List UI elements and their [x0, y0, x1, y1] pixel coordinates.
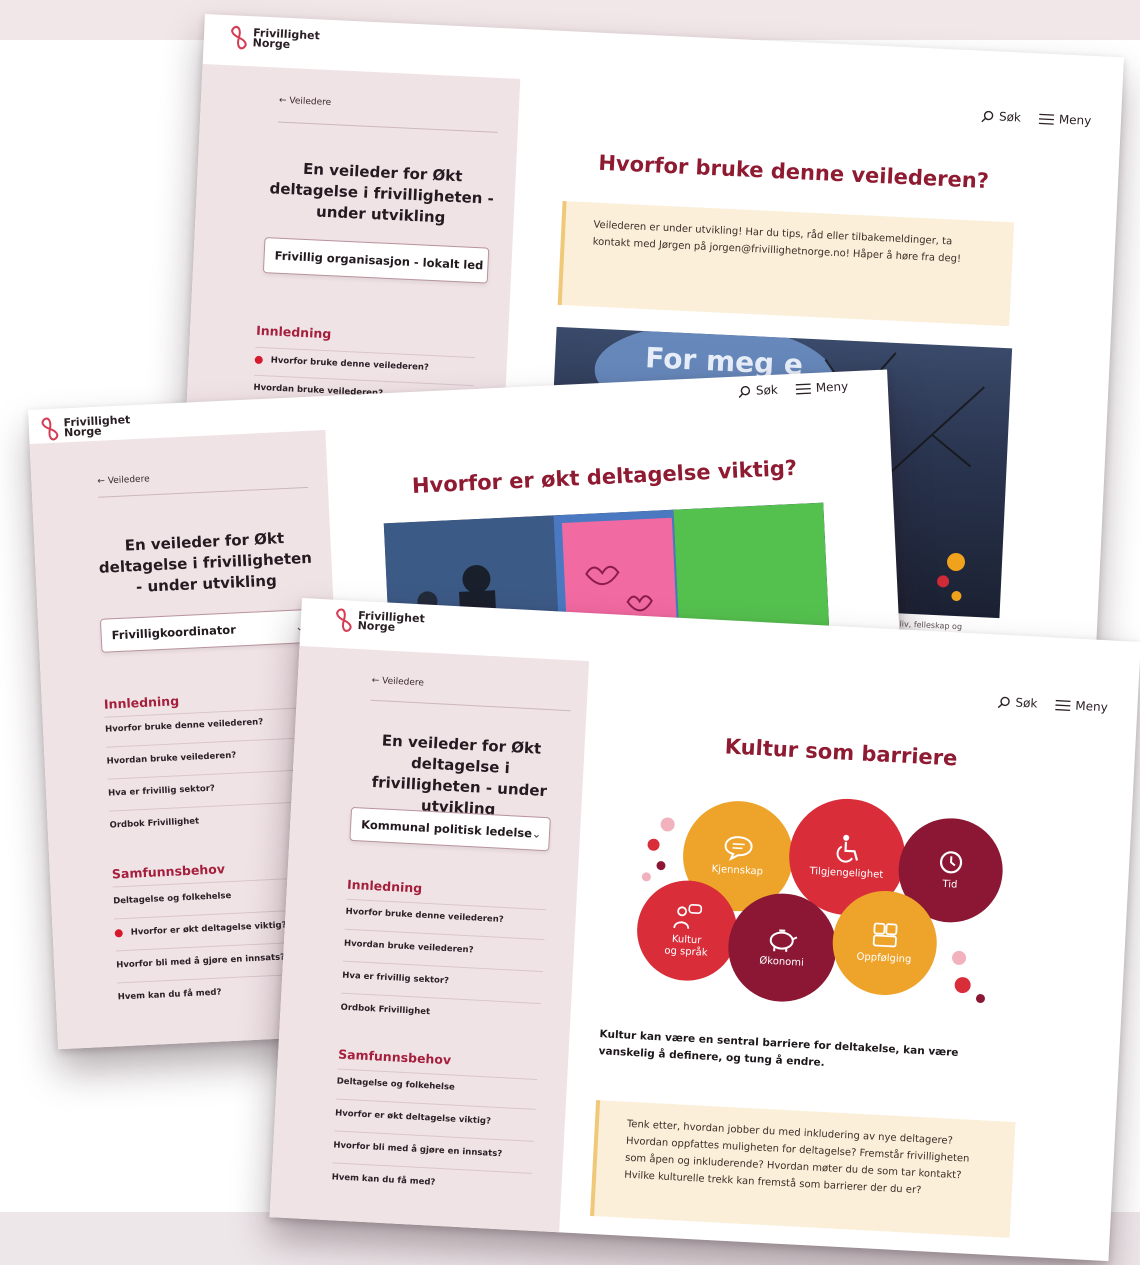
menu-link[interactable]: Meny [795, 379, 849, 395]
piggy-bank-icon [769, 929, 798, 952]
decor-dot [951, 950, 967, 966]
top-links: Søk Meny [981, 109, 1092, 128]
logo-text: Frivillighet Norge [357, 608, 426, 634]
logo-text: Frivillighet Norge [252, 26, 321, 52]
page-title: Kultur som barriere [724, 734, 958, 771]
top-links: Søk Meny [997, 695, 1108, 714]
guide-title: En veileder for Økt deltagelse i frivill… [269, 159, 495, 227]
wheelchair-icon [836, 834, 859, 863]
heart-logo-icon [41, 417, 59, 441]
search-icon [981, 110, 994, 122]
active-dot-icon [254, 355, 263, 364]
heart-logo-icon [231, 26, 247, 50]
people-talking-icon [673, 904, 703, 929]
decor-dot [641, 872, 652, 882]
reflection-notice: Tenk etter, hvordan jobber du med inklud… [590, 1100, 1016, 1238]
brand-logo[interactable]: Frivillighet Norge [40, 413, 131, 441]
decor-dot [954, 976, 972, 994]
menu-link[interactable]: Meny [1038, 111, 1092, 128]
calendar-icon [872, 922, 898, 948]
hamburger-icon [1038, 113, 1055, 125]
active-dot-icon [114, 928, 123, 937]
decor-dot [647, 838, 660, 852]
hamburger-icon [795, 382, 812, 394]
decor-dot [656, 860, 666, 871]
speech-bubble-icon [724, 836, 753, 861]
guide-title: En veileder for Økt deltagelse i frivill… [98, 529, 313, 597]
search-link[interactable]: Søk [738, 383, 778, 399]
intro-text: Kultur kan være en sentral barriere for … [598, 1028, 959, 1069]
decor-dot [660, 817, 676, 832]
logo-text: Frivillighet Norge [63, 413, 131, 440]
menu-link[interactable]: Meny [1055, 698, 1108, 714]
brand-logo[interactable]: Frivillighet Norge [334, 608, 425, 637]
search-link[interactable]: Søk [997, 695, 1038, 711]
top-links: Søk Meny [738, 379, 849, 398]
page-title: Hvorfor bruke denne veilederen? [597, 150, 990, 194]
clock-icon [939, 851, 963, 874]
screenshot-3: Frivillighet Norge Søk Meny ← Veiledere E… [269, 598, 1140, 1262]
heart-logo-icon [336, 608, 352, 632]
search-icon [997, 696, 1010, 708]
brand-logo[interactable]: Frivillighet Norge [229, 25, 320, 53]
hamburger-icon [1055, 699, 1071, 711]
chevron-down-icon: ⌄ [531, 826, 542, 841]
page-title: Hvorfor er økt deltagelse viktig? [411, 455, 798, 498]
search-link[interactable]: Søk [981, 109, 1021, 125]
decor-dot [975, 993, 986, 1004]
info-notice: Veilederen er under utvikling! Har du ti… [557, 201, 1015, 327]
search-icon [738, 385, 751, 398]
